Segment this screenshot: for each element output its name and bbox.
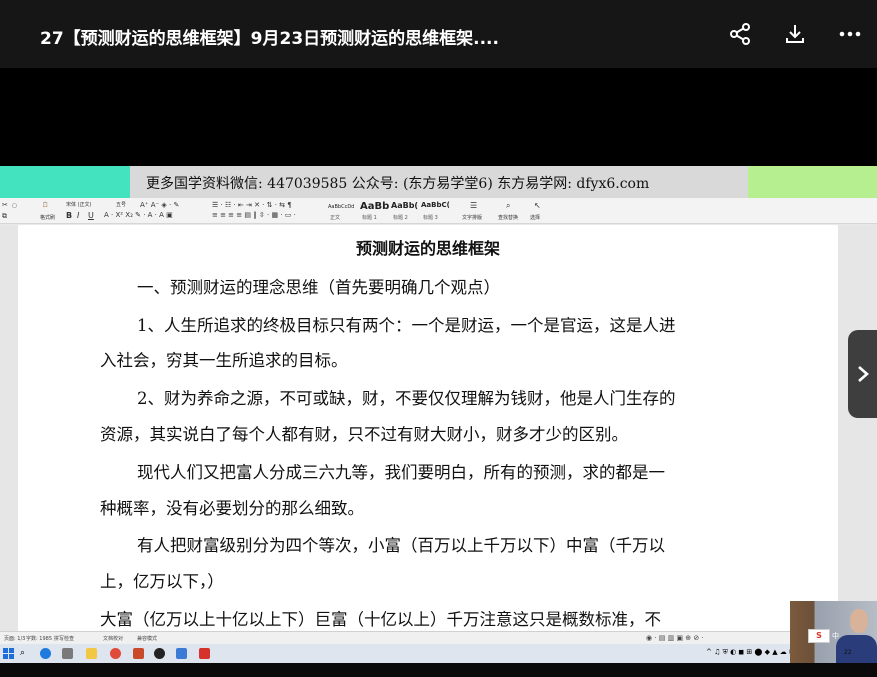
presenter-face xyxy=(850,609,868,633)
doc-line: 入社会，穷其一生所追求的目标。 xyxy=(100,351,348,370)
format-painter[interactable]: 格式刷 xyxy=(40,214,55,221)
edge-icon[interactable] xyxy=(40,648,51,659)
style-normal-preview: AaBbCcDd xyxy=(328,204,355,210)
style-heading-1[interactable]: AaBb 标题 1 xyxy=(360,201,390,221)
document-page[interactable]: 预测财运的思维框架 一、预测财运的理念思维（首先要明确几个观点） 1、人生所追求… xyxy=(18,225,838,641)
doc-line: 有人把财富级别分为四个等次，小富（百万以上千万以下）中富（千万以 xyxy=(137,536,665,555)
chevron-right-icon xyxy=(857,366,869,382)
italic-button[interactable]: I xyxy=(77,211,79,220)
style-heading-1-preview: AaBb xyxy=(360,201,390,212)
folder-icon[interactable] xyxy=(86,648,97,659)
banner-right-block xyxy=(748,166,877,198)
banner-left-block xyxy=(0,166,130,198)
player-header: 27【预测财运的思维框架】9月23日预测财运的思维框架.... xyxy=(0,0,877,68)
word-statusbar: 页面: 1/3 字数: 1985 拼写检查 文档校对 兼容模式 ◉ · ▤ ▥ … xyxy=(0,631,877,644)
view-mode-icons[interactable]: ◉ · ▤ ▥ ▣ ⊕ ⊘ · xyxy=(646,634,704,642)
video-frame[interactable]: 更多国学资料微信: 447039585 公众号: (东方易学堂6) 东方易学网:… xyxy=(0,166,877,677)
video-title: 27【预测财运的思维框架】9月23日预测财运的思维框架.... xyxy=(40,29,499,49)
style-heading-3[interactable]: AaBbC( 标题 3 xyxy=(421,201,451,221)
compat-mode: 兼容模式 xyxy=(137,636,158,642)
video-bottom-strip xyxy=(0,663,877,677)
font-grow-button[interactable]: A⁺ A⁻ ◈ · ✎ xyxy=(140,201,179,209)
style-heading-2-preview: AaBb( xyxy=(391,201,419,210)
select-button[interactable]: 选择 xyxy=(530,214,540,221)
font-color-button[interactable]: A · X² X₂ ✎ · A · A ▣ xyxy=(104,211,173,219)
cursor-icon: ↖ xyxy=(534,201,541,210)
align-buttons[interactable]: ≡ ≡ ≡ ≡ ▤ ‖ ⇳ · ▦ · ▭ · xyxy=(212,211,296,219)
style-normal[interactable]: AaBbCcDd 正文 xyxy=(328,201,358,221)
style-heading-2[interactable]: AaBb( 标题 2 xyxy=(391,201,421,221)
word-count: 字数: 1985 xyxy=(26,636,52,642)
style-normal-label: 正文 xyxy=(330,215,341,221)
doc-title: 预测财运的思维框架 xyxy=(356,239,501,258)
download-icon[interactable] xyxy=(781,20,809,48)
search-icon: ⌕ xyxy=(506,201,511,210)
doc-line: 2、财为养命之源，不可或缺，财，不要仅仅理解为钱财，他是人门生存的 xyxy=(137,389,676,408)
find-replace-button[interactable]: 查找替换 xyxy=(498,214,518,221)
watermark-banner: 更多国学资料微信: 447039585 公众号: (东方易学堂6) 东方易学网:… xyxy=(0,166,877,198)
text-layout-button[interactable]: 文字排版 xyxy=(462,214,482,221)
style-heading-3-label: 标题 3 xyxy=(423,215,438,221)
font-name-select[interactable]: 宋体 (正文) xyxy=(66,201,92,208)
doc-line: 一、预测财运的理念思维（首先要明确几个观点） xyxy=(137,278,500,297)
tray-icons[interactable]: ^ ♫ ⛨ ◐ ◼ ⊞ ⬤ ◆ ▲ ☁ ✉ ◑ xyxy=(706,648,803,657)
chrome-icon[interactable] xyxy=(110,648,121,659)
more-icon[interactable] xyxy=(836,20,864,48)
webcam-overlay: S 中 22 xyxy=(790,601,877,663)
search-icon[interactable]: ⌕ xyxy=(20,648,25,658)
document-area: 预测财运的思维框架 一、预测财运的理念思维（首先要明确几个观点） 1、人生所追求… xyxy=(0,225,877,641)
style-heading-2-label: 标题 2 xyxy=(393,215,408,221)
doc-check[interactable]: 文档校对 xyxy=(103,635,123,642)
windows-start-icon[interactable] xyxy=(3,648,14,659)
ime-badge: S xyxy=(808,629,830,643)
style-heading-1-label: 标题 1 xyxy=(362,215,377,221)
word-ribbon: ✂ ⧉ ▢ 📋 格式刷 宋体 (正文) 五号 B I U A · X² X₂ ✎… xyxy=(0,198,877,224)
doc-line: 种概率，没有必要划分的那么细致。 xyxy=(100,499,364,518)
style-heading-3-preview: AaBbC( xyxy=(421,201,450,209)
doc-line: 1、人生所追求的终极目标只有两个：一个是财运，一个是官运，这是人进 xyxy=(137,316,676,335)
obs-icon[interactable] xyxy=(154,648,165,659)
video-player: 27【预测财运的思维框架】9月23日预测财运的思维框架.... 更多国学资料微信… xyxy=(0,0,877,677)
doc-line: 上，亿万以下，） xyxy=(100,572,224,591)
text-layout-icon: ☰ xyxy=(470,201,478,210)
font-size-select[interactable]: 五号 xyxy=(116,201,126,208)
copy-icon: ⧉ xyxy=(2,212,7,220)
cut-icon: ✂ xyxy=(2,201,8,209)
banner-text: 更多国学资料微信: 447039585 公众号: (东方易学堂6) 东方易学网:… xyxy=(146,176,650,192)
underline-button[interactable]: U xyxy=(88,211,94,220)
presenter-body xyxy=(836,635,877,663)
ime-indicator: 中 xyxy=(832,632,839,640)
bold-button[interactable]: B xyxy=(66,211,72,220)
doc-line: 现代人们又把富人分成三六九等，我们要明白，所有的预测，求的都是一 xyxy=(137,463,665,482)
list-buttons[interactable]: ☰ · ☷ · ⇤ ⇥ ✕ · ⇅ · ⇆ ¶ xyxy=(212,201,292,209)
app-icon[interactable] xyxy=(176,648,187,659)
tray-clock: 22 xyxy=(844,649,852,656)
app-icon[interactable] xyxy=(133,648,144,659)
doc-line: 大富（亿万以上十亿以上下）巨富（十亿以上）千万注意这只是概数标准，不 xyxy=(100,610,661,629)
spell-check[interactable]: 拼写检查 xyxy=(54,635,74,642)
paste-icon: 📋 xyxy=(42,202,49,208)
share-icon[interactable] xyxy=(726,20,754,48)
next-page-button[interactable] xyxy=(848,330,877,418)
wps-icon[interactable] xyxy=(199,648,210,659)
ribbon-cut: ▢ xyxy=(12,203,17,209)
page-count: 页面: 1/3 xyxy=(4,636,26,642)
app-icon[interactable] xyxy=(62,648,73,659)
windows-taskbar: ⌕ ^ ♫ ⛨ ◐ ◼ ⊞ ⬤ ◆ ▲ ☁ ✉ ◑ xyxy=(0,644,877,663)
doc-line: 资源，其实说白了每个人都有财，只不过有财大财小，财多才少的区别。 xyxy=(100,425,628,444)
